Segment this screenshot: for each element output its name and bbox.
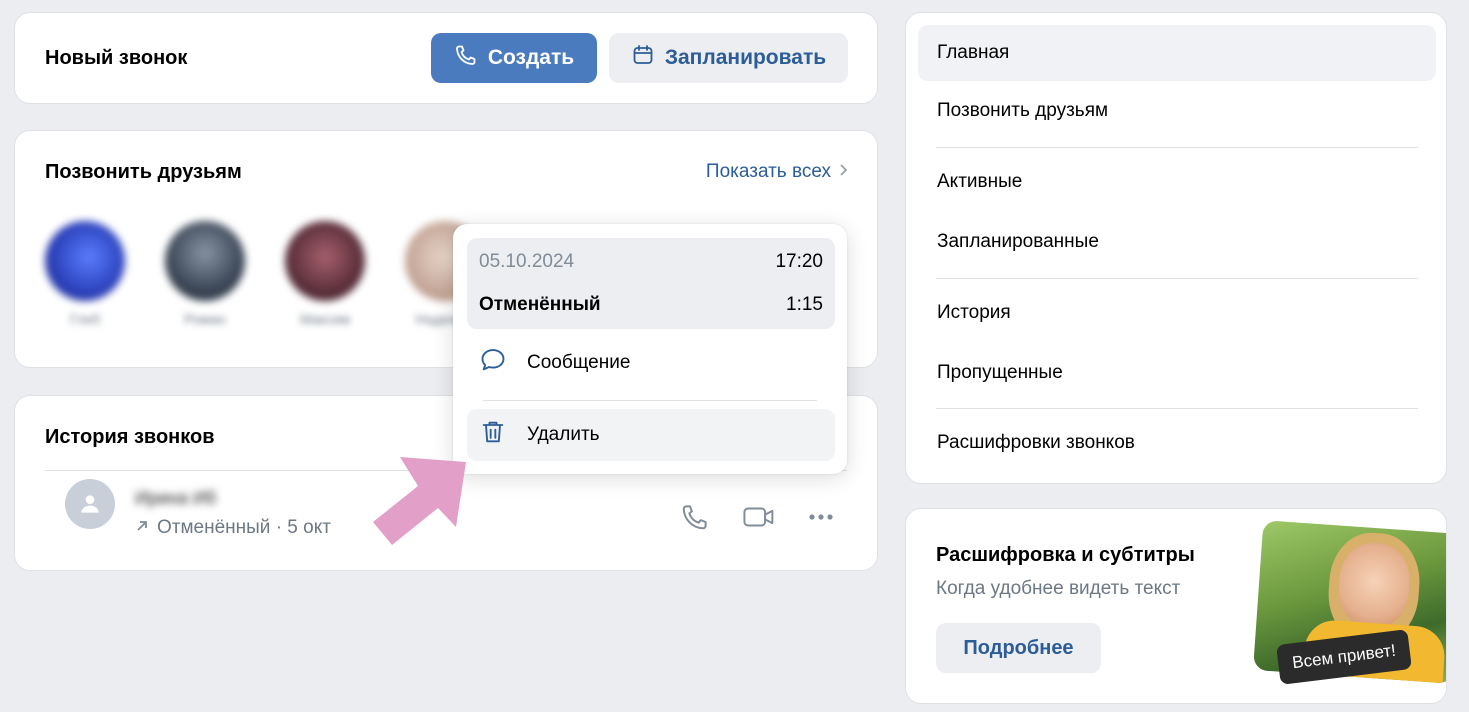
learn-more-button[interactable]: Подробнее xyxy=(936,623,1101,673)
avatar xyxy=(285,221,365,301)
divider xyxy=(936,147,1418,148)
trash-icon xyxy=(479,418,507,452)
message-menu-item[interactable]: Сообщение xyxy=(467,337,835,389)
nav-label: Пропущенные xyxy=(937,362,1063,383)
nav-label: Запланированные xyxy=(937,231,1099,252)
schedule-call-button[interactable]: Запланировать xyxy=(609,33,848,83)
video-call-button[interactable] xyxy=(741,499,777,535)
call-time: 17:20 xyxy=(775,251,823,272)
nav-label: Позвонить друзьям xyxy=(937,100,1109,121)
nav-item-transcripts[interactable]: Расшифровки звонков xyxy=(918,415,1436,471)
avatar xyxy=(165,221,245,301)
nav-item-main[interactable]: Главная xyxy=(918,25,1436,81)
friend-item[interactable]: Глеб xyxy=(40,221,130,327)
call-history-title: История звонков xyxy=(45,426,215,448)
calls-navigation: Главная Позвонить друзьям Активные Запла… xyxy=(905,12,1447,484)
outgoing-arrow-icon xyxy=(135,517,149,539)
delete-label: Удалить xyxy=(527,424,600,445)
friend-name: Глеб xyxy=(69,311,101,327)
friend-item[interactable]: Роман xyxy=(160,221,250,327)
divider xyxy=(483,400,817,401)
user-icon xyxy=(81,495,99,513)
call-details-header: 05.10.2024 17:20 Отменённый 1:15 xyxy=(467,238,835,329)
call-friends-title: Позвонить друзьям xyxy=(45,161,242,183)
new-call-card: Новый звонок Создать Запланировать xyxy=(14,12,878,104)
call-contact-name[interactable]: Ирина Иб xyxy=(135,488,255,508)
nav-item-missed[interactable]: Пропущенные xyxy=(918,345,1436,401)
delete-menu-item[interactable]: Удалить xyxy=(467,409,835,461)
nav-item-call-friends[interactable]: Позвонить друзьям xyxy=(918,83,1436,139)
phone-icon xyxy=(682,505,707,530)
audio-call-button[interactable] xyxy=(677,499,713,535)
chevron-right-icon xyxy=(839,161,849,183)
show-all-label: Показать всех xyxy=(705,161,831,182)
avatar xyxy=(45,221,125,301)
call-status-text: Отменённый · 5 окт xyxy=(157,517,331,538)
nav-label: Главная xyxy=(937,42,1010,63)
call-date: 05.10.2024 xyxy=(479,251,575,272)
promo-subtitle: Когда удобнее видеть текст xyxy=(936,578,1181,599)
annotation-arrow-icon xyxy=(373,457,466,545)
call-context-menu: 05.10.2024 17:20 Отменённый 1:15 Сообщен… xyxy=(453,224,847,474)
more-options-button[interactable] xyxy=(803,499,839,535)
friend-name: Роман xyxy=(184,311,226,327)
video-camera-icon xyxy=(743,507,774,527)
call-duration: 1:15 xyxy=(786,294,823,315)
promo-title: Расшифровка и субтитры xyxy=(936,544,1195,566)
nav-item-scheduled[interactable]: Запланированные xyxy=(918,214,1436,270)
divider xyxy=(936,278,1418,279)
phone-icon xyxy=(454,43,478,73)
nav-item-active[interactable]: Активные xyxy=(918,154,1436,210)
create-call-label: Создать xyxy=(487,46,575,69)
nav-label: История xyxy=(937,302,1011,323)
message-bubble-icon xyxy=(479,346,507,380)
schedule-call-label: Запланировать xyxy=(664,46,827,69)
nav-label: Активные xyxy=(937,171,1023,192)
transcription-promo-card: Расшифровка и субтитры Когда удобнее вид… xyxy=(905,508,1447,704)
calendar-icon xyxy=(631,43,655,73)
new-call-title: Новый звонок xyxy=(45,47,188,69)
friend-item[interactable]: Максим xyxy=(280,221,370,327)
friend-name: Максим xyxy=(299,311,351,327)
message-label: Сообщение xyxy=(527,352,631,373)
avatar[interactable] xyxy=(65,479,115,529)
call-status: Отменённый · 5 окт xyxy=(135,517,331,539)
show-all-link[interactable]: Показать всех xyxy=(706,161,849,183)
more-dots-icon xyxy=(809,514,833,520)
nav-label: Расшифровки звонков xyxy=(937,432,1135,453)
nav-item-history[interactable]: История xyxy=(918,285,1436,341)
divider xyxy=(936,408,1418,409)
create-call-button[interactable]: Создать xyxy=(431,33,597,83)
call-result: Отменённый xyxy=(479,294,601,315)
